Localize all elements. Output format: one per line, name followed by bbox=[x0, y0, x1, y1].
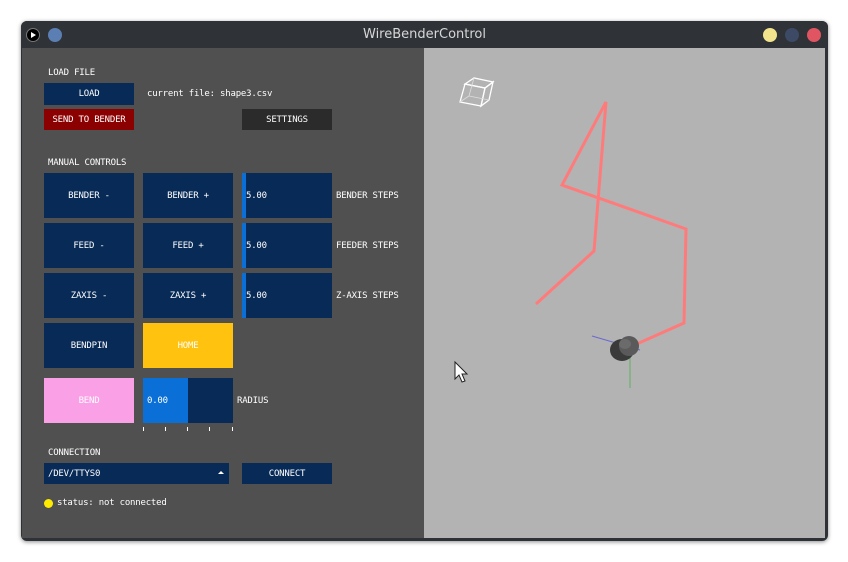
3d-viewport[interactable] bbox=[424, 48, 825, 538]
serial-port-value: /DEV/TTYS0 bbox=[48, 468, 101, 479]
scene-canvas bbox=[454, 77, 688, 388]
minimize-button[interactable] bbox=[763, 28, 777, 42]
radius-tick bbox=[187, 427, 188, 431]
title-bar: WireBenderControl bbox=[21, 21, 828, 48]
connection-status: status: not connected bbox=[57, 498, 167, 508]
window-title: WireBenderControl bbox=[363, 27, 486, 42]
caret-up-icon bbox=[218, 471, 224, 474]
feed-minus-button[interactable]: FEED - bbox=[44, 223, 134, 268]
view-cube-icon[interactable] bbox=[459, 77, 495, 108]
radius-slider[interactable]: 0.00 bbox=[143, 378, 233, 423]
bender-steps-value: 5.00 bbox=[246, 190, 267, 201]
load-button[interactable]: LOAD bbox=[44, 83, 134, 105]
settings-button[interactable]: SETTINGS bbox=[242, 109, 332, 130]
bend-button[interactable]: BEND bbox=[44, 378, 134, 423]
feeder-steps-value: 5.00 bbox=[246, 240, 267, 251]
radius-tick bbox=[209, 427, 210, 431]
feeder-steps-slider[interactable]: 5.00 bbox=[242, 223, 332, 268]
control-panel: LOAD FILE LOAD current file: shape3.csv … bbox=[22, 48, 424, 538]
radius-tick bbox=[232, 427, 233, 431]
zaxis-steps-value: 5.00 bbox=[246, 290, 267, 301]
manual-controls-heading: MANUAL CONTROLS bbox=[48, 158, 127, 168]
bender-head bbox=[610, 336, 639, 361]
zaxis-minus-button[interactable]: ZAXIS - bbox=[44, 273, 134, 318]
zaxis-steps-slider[interactable]: 5.00 bbox=[242, 273, 332, 318]
connection-heading: CONNECTION bbox=[48, 448, 101, 458]
status-indicator-icon bbox=[44, 499, 53, 508]
bendpin-button[interactable]: BENDPIN bbox=[44, 323, 134, 368]
radius-tick bbox=[143, 427, 144, 431]
wire-path bbox=[534, 101, 688, 349]
app-window: WireBenderControl LOAD FILE LOAD current… bbox=[21, 21, 828, 541]
cursor-icon bbox=[454, 360, 469, 383]
feeder-steps-label: FEEDER STEPS bbox=[336, 241, 399, 251]
radius-label: RADIUS bbox=[237, 396, 269, 406]
bender-steps-slider[interactable]: 5.00 bbox=[242, 173, 332, 218]
load-file-heading: LOAD FILE bbox=[48, 68, 95, 78]
bender-minus-button[interactable]: BENDER - bbox=[44, 173, 134, 218]
bender-plus-button[interactable]: BENDER + bbox=[143, 173, 233, 218]
serial-port-dropdown[interactable]: /DEV/TTYS0 bbox=[44, 463, 229, 484]
send-to-bender-button[interactable]: SEND TO BENDER bbox=[44, 109, 134, 130]
maximize-button[interactable] bbox=[785, 28, 799, 42]
radius-value: 0.00 bbox=[147, 395, 168, 406]
connect-button[interactable]: CONNECT bbox=[242, 463, 332, 484]
current-file-label: current file: shape3.csv bbox=[147, 89, 273, 99]
radius-tick bbox=[165, 427, 166, 431]
zaxis-steps-label: Z-AXIS STEPS bbox=[336, 291, 399, 301]
feed-plus-button[interactable]: FEED + bbox=[143, 223, 233, 268]
home-button[interactable]: HOME bbox=[143, 323, 233, 368]
zaxis-plus-button[interactable]: ZAXIS + bbox=[143, 273, 233, 318]
close-button[interactable] bbox=[807, 28, 821, 42]
bender-steps-label: BENDER STEPS bbox=[336, 191, 399, 201]
